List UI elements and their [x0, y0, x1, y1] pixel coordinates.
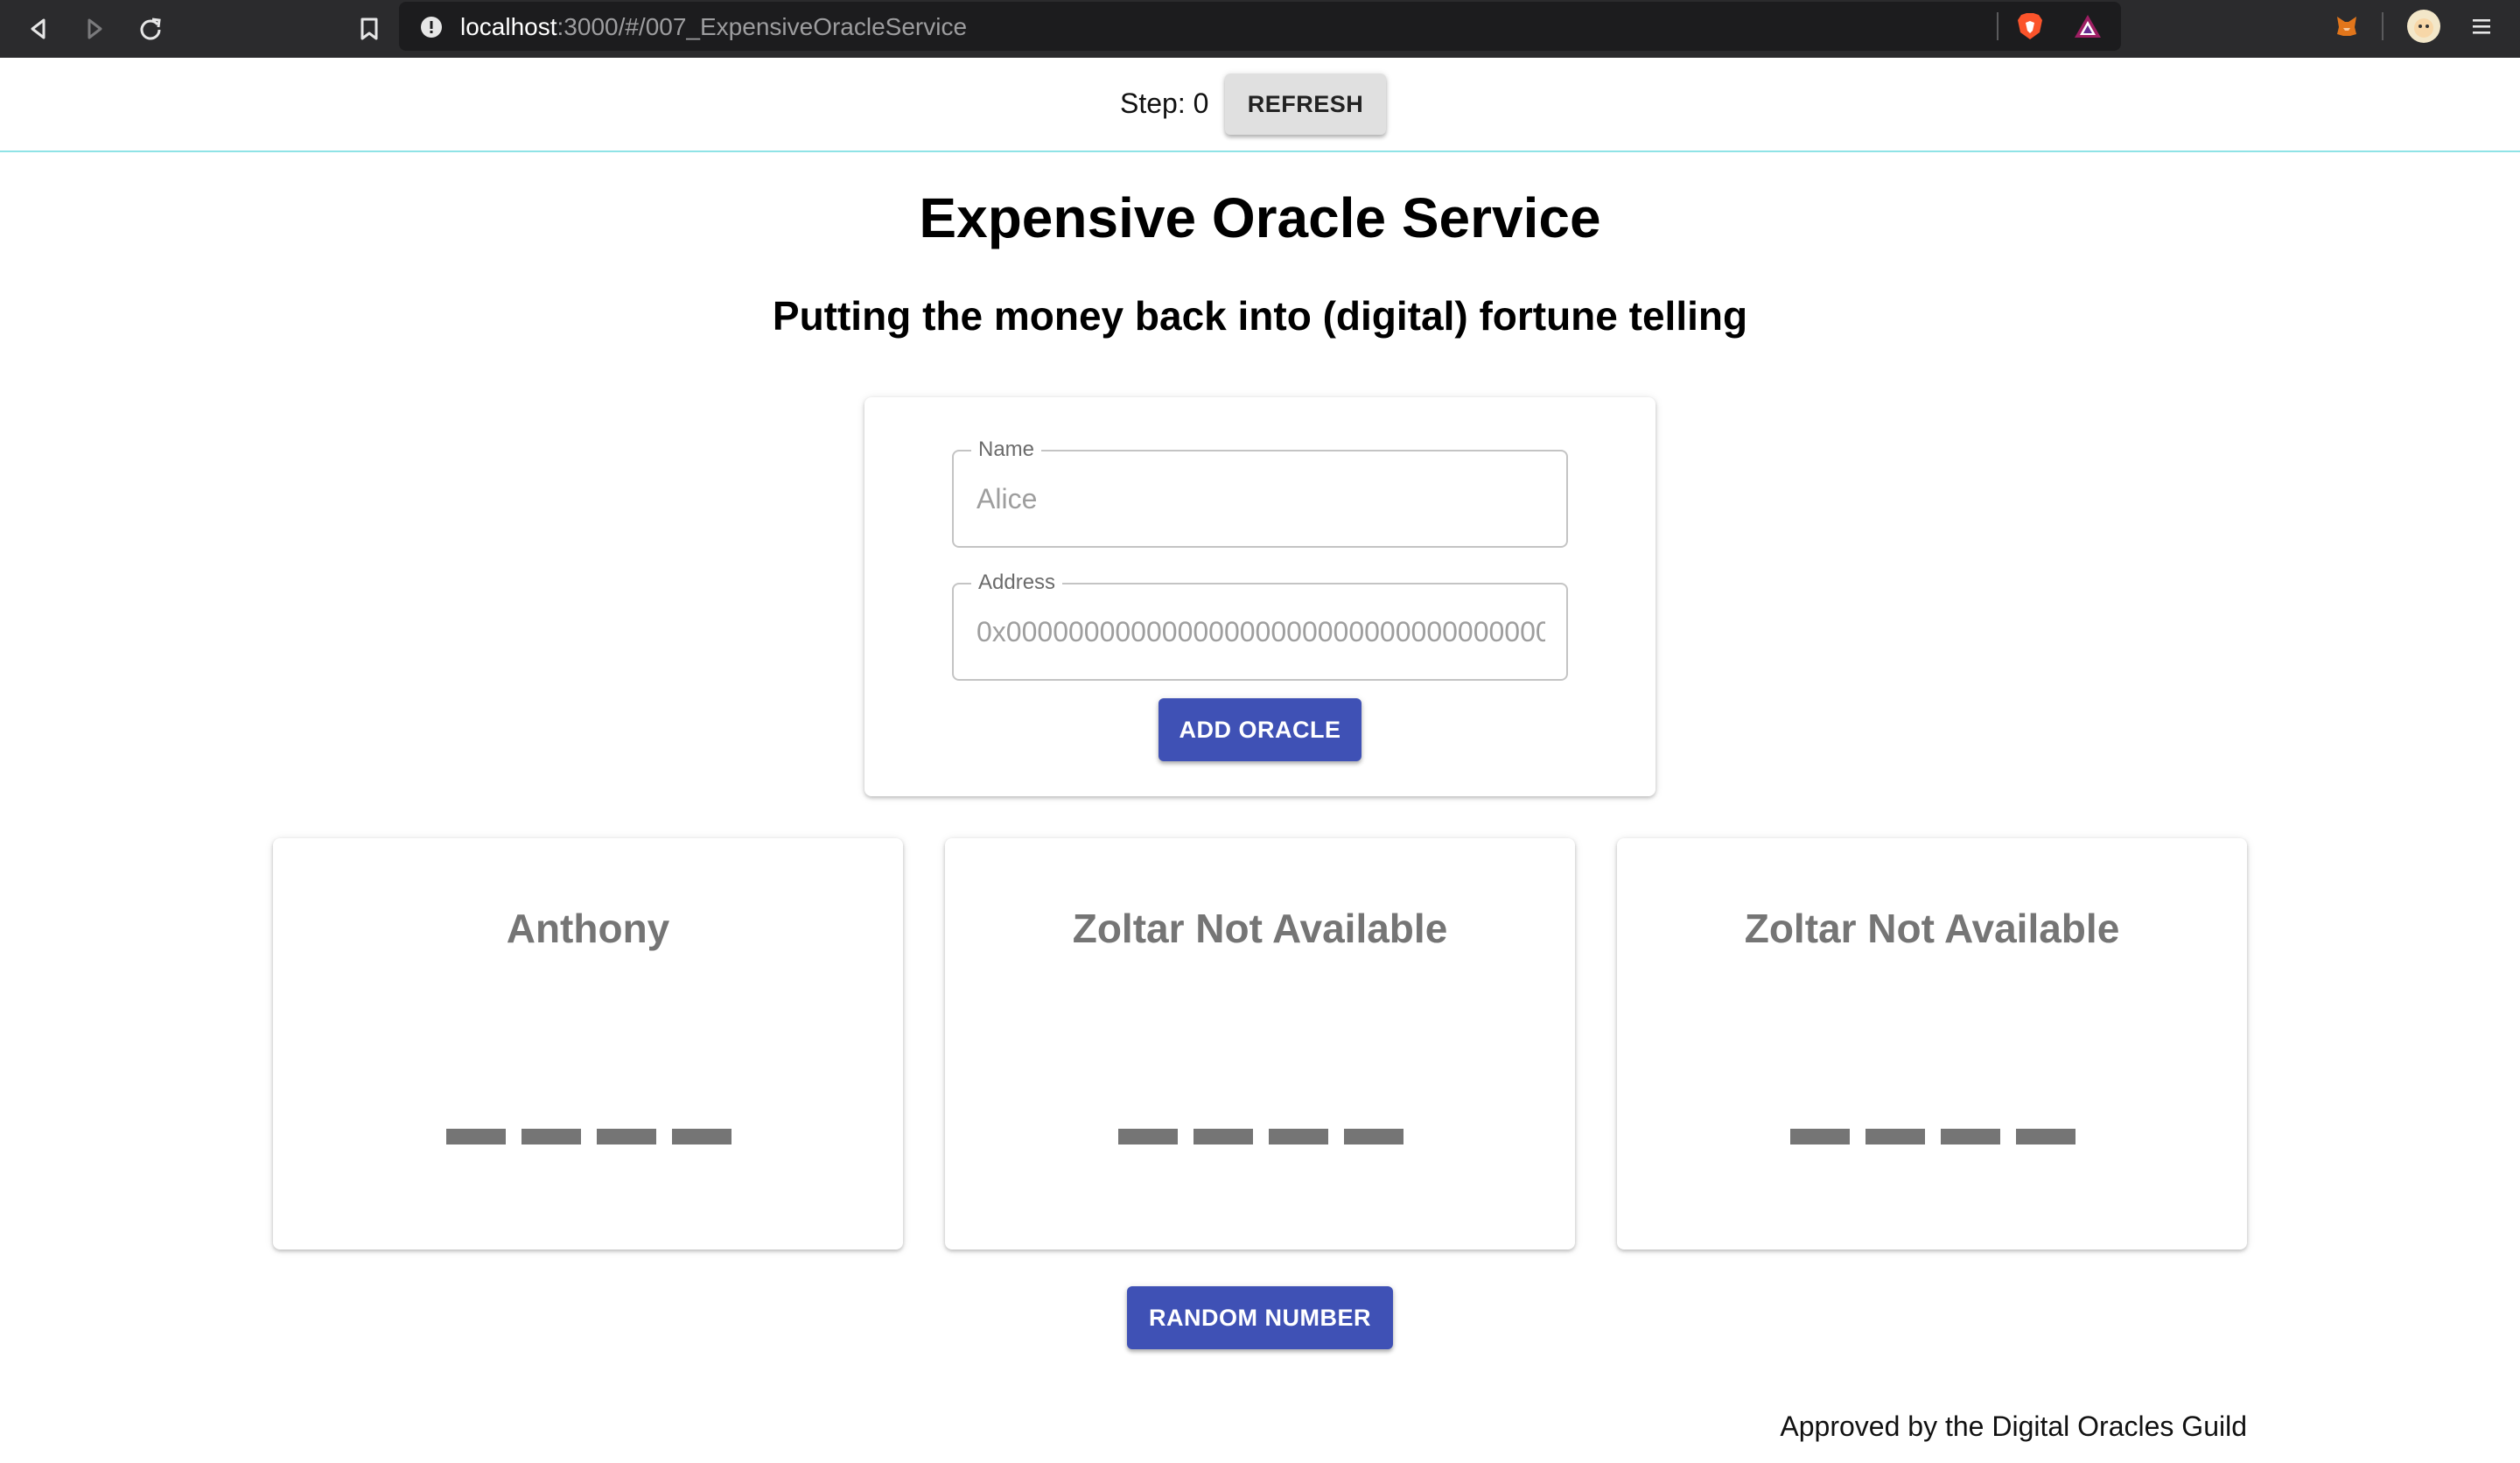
random-number-button[interactable]: RANDOM NUMBER: [1127, 1286, 1393, 1349]
digit-dash: [1866, 1129, 1925, 1144]
step-bar: Step: 0 REFRESH: [0, 58, 2520, 152]
oracle-digits-placeholder: [446, 1129, 732, 1146]
back-button[interactable]: [19, 10, 58, 48]
page-subtitle: Putting the money back into (digital) fo…: [772, 293, 1748, 339]
toolbar-divider: [2382, 12, 2384, 40]
oracle-name: Anthony: [506, 906, 670, 951]
address-bar[interactable]: localhost:3000/#/007_ExpensiveOracleServ…: [399, 2, 2121, 51]
digit-dash: [2016, 1129, 2076, 1144]
address-input[interactable]: [976, 611, 1545, 653]
page-title: Expensive Oracle Service: [919, 186, 1601, 249]
rewards-triangle-icon: [2075, 15, 2101, 38]
oracle-digits-placeholder: [1118, 1129, 1404, 1146]
fox-icon: [2337, 17, 2356, 36]
address-field-label: Address: [971, 570, 1063, 595]
brave-rewards-button[interactable]: [2072, 10, 2104, 42]
reload-icon: [140, 18, 161, 40]
browser-toolbar: localhost:3000/#/007_ExpensiveOracleServ…: [0, 0, 2520, 58]
url-divider: [1997, 12, 1998, 40]
add-oracle-form: Name Address ADD ORACLE: [864, 397, 1656, 796]
digit-dash: [1194, 1129, 1253, 1144]
profile-button[interactable]: [2406, 9, 2441, 44]
metamask-extension-button[interactable]: [2331, 10, 2362, 42]
profile-avatar-icon: [2407, 10, 2440, 43]
oracle-card: Zoltar Not Available: [945, 838, 1575, 1250]
name-field[interactable]: Name: [952, 438, 1568, 548]
site-info-icon[interactable]: [420, 16, 443, 38]
brave-lion-icon: [2018, 13, 2042, 39]
hamburger-menu-icon: [2473, 19, 2490, 34]
name-field-label: Name: [971, 438, 1042, 462]
digit-dash: [1790, 1129, 1850, 1144]
digit-dash: [522, 1129, 581, 1144]
back-arrow-icon: [31, 18, 46, 39]
oracle-digits-placeholder: [1790, 1129, 2076, 1146]
refresh-button[interactable]: REFRESH: [1225, 74, 1386, 135]
reload-button[interactable]: [131, 10, 170, 48]
menu-button[interactable]: [2466, 10, 2497, 42]
footer-approval-text: Approved by the Digital Oracles Guild: [1780, 1410, 2247, 1442]
forward-button[interactable]: [75, 10, 114, 48]
forward-arrow-icon: [88, 18, 102, 39]
address-field[interactable]: Address: [952, 570, 1568, 681]
digit-dash: [1118, 1129, 1178, 1144]
url-text: localhost:3000/#/007_ExpensiveOracleServ…: [460, 14, 967, 40]
step-counter: Step: 0: [1120, 88, 1209, 119]
add-oracle-button[interactable]: ADD ORACLE: [1158, 698, 1362, 761]
digit-dash: [672, 1129, 732, 1144]
digit-dash: [597, 1129, 656, 1144]
name-input[interactable]: [976, 478, 1545, 520]
digit-dash: [1941, 1129, 2000, 1144]
oracle-name: Zoltar Not Available: [1744, 906, 2120, 951]
digit-dash: [1269, 1129, 1328, 1144]
url-path: :3000/#/007_ExpensiveOracleService: [556, 13, 968, 40]
url-host: localhost: [460, 13, 557, 40]
oracle-card: Anthony: [273, 838, 903, 1250]
bookmark-icon: [360, 18, 378, 40]
oracle-name: Zoltar Not Available: [1072, 906, 1448, 951]
brave-shield-button[interactable]: [2014, 10, 2046, 42]
digit-dash: [1344, 1129, 1404, 1144]
oracle-card: Zoltar Not Available: [1617, 838, 2247, 1250]
bookmark-button[interactable]: [350, 10, 388, 48]
digit-dash: [446, 1129, 506, 1144]
